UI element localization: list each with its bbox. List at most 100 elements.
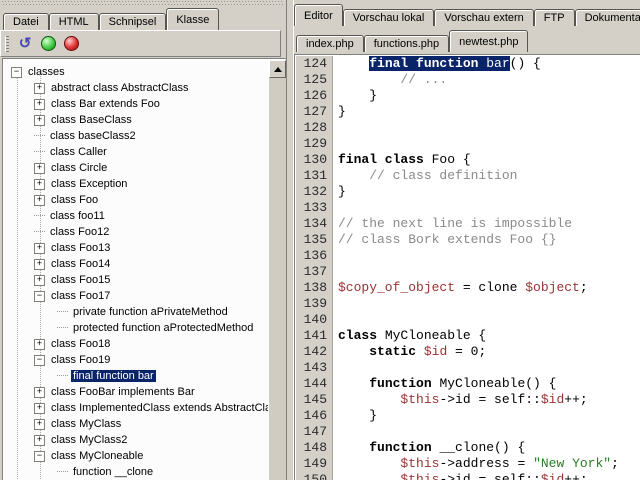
code-token: ->id = self:: (439, 472, 540, 480)
tree-item-label[interactable]: class BaseClass (49, 114, 134, 126)
tree-item[interactable]: class baseClass2 (4, 128, 268, 144)
expand-icon[interactable]: + (34, 115, 45, 126)
expand-icon[interactable]: + (34, 339, 45, 350)
tree-leader (34, 151, 45, 153)
code-editor[interactable]: 124 final function bar() {125 // ...126 … (294, 54, 640, 480)
tree-item-label[interactable]: class MyCloneable (49, 450, 145, 462)
tree-item[interactable]: class foo11 (4, 208, 268, 224)
tree-item[interactable]: −class Foo19 (4, 352, 268, 368)
file-tab-index-php[interactable]: index.php (296, 35, 364, 52)
start-button[interactable] (38, 34, 58, 54)
tree-item-label[interactable]: function __clone (71, 466, 155, 478)
expand-icon[interactable]: + (34, 243, 45, 254)
tree-item[interactable]: + abstract class AbstractClass (4, 80, 268, 96)
tree-item[interactable]: + class Circle (4, 160, 268, 176)
tree-item-label[interactable]: class Foo18 (49, 338, 112, 350)
tab-ftp[interactable]: FTP (534, 9, 575, 26)
tree-item[interactable]: + class Foo18 (4, 336, 268, 352)
tree-item[interactable]: + class Foo (4, 192, 268, 208)
expand-icon[interactable]: + (34, 179, 45, 190)
file-tab-newtest-php[interactable]: newtest.php (449, 30, 528, 52)
tree-item[interactable]: + class Bar extends Foo (4, 96, 268, 112)
expand-icon[interactable]: + (34, 163, 45, 174)
tab-datei[interactable]: Datei (3, 13, 49, 30)
tree-item-label[interactable]: class Exception (49, 178, 129, 190)
code-token: static (369, 344, 416, 359)
expand-icon[interactable]: + (34, 259, 45, 270)
expand-icon[interactable]: + (34, 403, 45, 414)
tree-item-label[interactable]: classes (26, 66, 67, 78)
tab-klasse[interactable]: Klasse (166, 8, 219, 30)
tree-item-label[interactable]: final function bar (71, 370, 156, 382)
collapse-icon[interactable]: − (34, 291, 45, 302)
scroll-up-button[interactable] (269, 60, 286, 78)
code-line: 139 (296, 296, 640, 312)
toolbar-grip[interactable] (5, 36, 9, 52)
tree-item-label[interactable]: class Bar extends Foo (49, 98, 162, 110)
tree-item-label[interactable]: class Foo15 (49, 274, 112, 286)
panel-grip[interactable] (2, 1, 284, 5)
tree-item-label[interactable]: class Foo (49, 194, 100, 206)
tree-item[interactable]: −classes (4, 64, 268, 80)
tree-scrollbar[interactable] (269, 60, 286, 480)
expand-icon[interactable]: + (34, 83, 45, 94)
expand-icon[interactable]: + (34, 387, 45, 398)
tree-item[interactable]: + class Foo13 (4, 240, 268, 256)
tree-item-label[interactable]: private function aPrivateMethod (71, 306, 230, 318)
file-tab-functions-php[interactable]: functions.php (364, 35, 449, 52)
tree-item[interactable]: + class MyClass (4, 416, 268, 432)
collapse-icon[interactable]: − (34, 355, 45, 366)
code-line: 138$copy_of_object = clone $object; (296, 280, 640, 296)
tree-item-label[interactable]: class FooBar implements Bar (49, 386, 197, 398)
tab-vorschau-extern[interactable]: Vorschau extern (434, 9, 534, 26)
tree-item[interactable]: function __clone (4, 464, 268, 480)
tab-editor[interactable]: Editor (294, 4, 343, 26)
tree-item-label[interactable]: abstract class AbstractClass (49, 82, 191, 94)
code-text: // class Bork extends Foo {} (333, 232, 556, 248)
expand-icon[interactable]: + (34, 195, 45, 206)
tree-item[interactable]: + class BaseClass (4, 112, 268, 128)
tree-item[interactable]: class Foo12 (4, 224, 268, 240)
tree-item-label[interactable]: class ImplementedClass extends AbstractC… (49, 402, 268, 414)
collapse-icon[interactable]: − (11, 67, 22, 78)
tree-item[interactable]: final function bar (4, 368, 268, 384)
tree-item[interactable]: + class Foo14 (4, 256, 268, 272)
tab-dokumentation[interactable]: Dokumentation (575, 9, 640, 26)
expand-icon[interactable]: + (34, 275, 45, 286)
tree-item-label[interactable]: class MyClass2 (49, 434, 129, 446)
tree-item-label[interactable]: class Foo17 (49, 290, 112, 302)
tree-item-label[interactable]: class Foo13 (49, 242, 112, 254)
tree-item[interactable]: + class MyClass2 (4, 432, 268, 448)
tab-html[interactable]: HTML (49, 13, 99, 30)
code-text (333, 424, 338, 440)
tree-item[interactable]: + class ImplementedClass extends Abstract… (4, 400, 268, 416)
tree-item[interactable]: protected function aProtectedMethod (4, 320, 268, 336)
tree-item[interactable]: −class Foo17 (4, 288, 268, 304)
tab-schnipsel[interactable]: Schnipsel (99, 13, 167, 30)
tree-item-label[interactable]: class MyClass (49, 418, 123, 430)
tree-item[interactable]: −class MyCloneable (4, 448, 268, 464)
stop-button[interactable] (61, 34, 81, 54)
tree-item[interactable]: + class Exception (4, 176, 268, 192)
tree-item-label[interactable]: class Circle (49, 162, 109, 174)
tab-vorschau-lokal[interactable]: Vorschau lokal (343, 9, 435, 26)
expand-icon[interactable]: + (34, 99, 45, 110)
editor-panel: EditorVorschau lokalVorschau externFTPDo… (292, 0, 640, 480)
tree-item-label[interactable]: class Caller (48, 146, 109, 158)
expand-icon[interactable]: + (34, 419, 45, 430)
tree-item-label[interactable]: class Foo14 (49, 258, 112, 270)
tree-item-label[interactable]: class Foo12 (48, 226, 111, 238)
tree-item-label[interactable]: class Foo19 (49, 354, 112, 366)
tree-item[interactable]: + class Foo15 (4, 272, 268, 288)
tree-item[interactable]: private function aPrivateMethod (4, 304, 268, 320)
code-token: $this (400, 456, 439, 471)
refresh-button[interactable]: ↺ (15, 34, 35, 54)
expand-icon[interactable]: + (34, 435, 45, 446)
collapse-icon[interactable]: − (34, 451, 45, 462)
tree-item-label[interactable]: protected function aProtectedMethod (71, 322, 255, 334)
tree-item-label[interactable]: class baseClass2 (48, 130, 138, 142)
tree-item[interactable]: + class FooBar implements Bar (4, 384, 268, 400)
code-token: $id (541, 472, 564, 480)
tree-item-label[interactable]: class foo11 (48, 210, 107, 222)
tree-item[interactable]: class Caller (4, 144, 268, 160)
